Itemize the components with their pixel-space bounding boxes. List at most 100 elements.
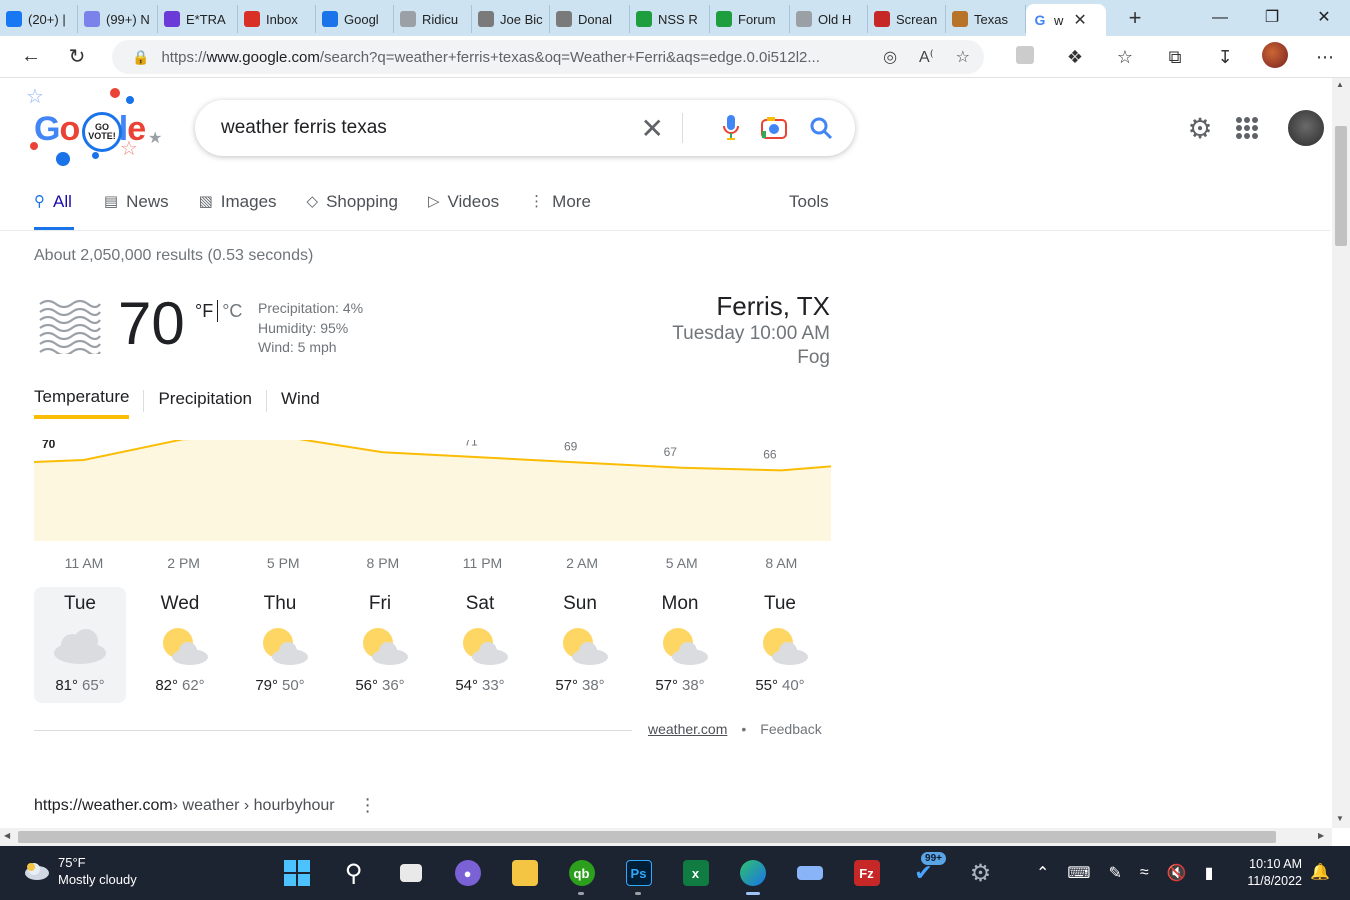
extensions-puzzle-icon[interactable]: ❖: [1050, 47, 1100, 68]
settings-gear-icon[interactable]: ⚙: [1180, 112, 1220, 145]
tab-label: All: [53, 192, 72, 211]
favorites-icon[interactable]: ☆: [1100, 47, 1150, 68]
task-view-icon[interactable]: [382, 854, 439, 892]
restore-button[interactable]: ❐: [1246, 0, 1298, 36]
google-doodle-logo[interactable]: ☆ ☆ ★ Google GO VOTE!: [22, 84, 172, 168]
taskbar-weather-widget[interactable]: 75°F Mostly cloudy: [22, 854, 137, 888]
pen-icon[interactable]: ✎: [1109, 863, 1122, 883]
tab-shopping[interactable]: ◇ Shopping: [307, 180, 398, 230]
edge-browser-icon[interactable]: [724, 854, 781, 895]
taskbar-search-icon[interactable]: ⚲: [325, 854, 382, 892]
browser-tab[interactable]: Texas: [946, 5, 1026, 33]
downloads-icon[interactable]: ↧: [1200, 47, 1250, 68]
google-apps-icon[interactable]: [1236, 117, 1258, 139]
read-aloud-icon[interactable]: A⁽: [919, 47, 934, 67]
horizontal-scrollbar[interactable]: ◀ ▶: [0, 828, 1332, 846]
browser-tab[interactable]: (99+) N: [78, 5, 158, 33]
clear-search-icon[interactable]: ✕: [641, 112, 664, 145]
result-breadcrumb[interactable]: https://weather.com › weather › hourbyho…: [34, 795, 377, 816]
day-name: Fri: [368, 593, 392, 614]
weather-source-link[interactable]: weather.com: [648, 721, 727, 737]
celsius-toggle[interactable]: °C: [222, 301, 242, 322]
browser-tab[interactable]: Screan: [868, 5, 946, 33]
notifications-bell-icon[interactable]: 🔔: [1310, 862, 1330, 882]
tab-more[interactable]: ⋮ More: [529, 180, 591, 230]
voice-search-icon[interactable]: [723, 115, 739, 141]
forecast-day[interactable]: Tue 55° 40°: [734, 587, 826, 703]
tools-button[interactable]: Tools: [789, 192, 829, 212]
forecast-day[interactable]: Fri 56° 36°: [334, 587, 426, 703]
start-button[interactable]: [268, 854, 325, 892]
go-vote-badge: GO VOTE!: [82, 112, 122, 152]
tab-temperature[interactable]: Temperature: [34, 383, 130, 419]
forecast-day[interactable]: Thu 79° 50°: [234, 587, 326, 703]
scroll-left-arrow[interactable]: ◀: [4, 831, 10, 840]
wifi-icon[interactable]: ≈: [1140, 864, 1149, 882]
mute-icon[interactable]: 🔇: [1167, 863, 1187, 883]
extension-icon[interactable]: [1000, 45, 1050, 69]
horizontal-scroll-thumb[interactable]: [18, 831, 1276, 843]
account-avatar[interactable]: [1286, 108, 1326, 148]
close-window-button[interactable]: ✕: [1298, 0, 1350, 36]
photoshop-icon[interactable]: Ps: [610, 854, 667, 895]
scroll-right-arrow[interactable]: ▶: [1318, 831, 1324, 840]
close-tab-icon[interactable]: ✕: [1073, 10, 1086, 30]
tab-precipitation[interactable]: Precipitation: [158, 385, 252, 417]
scroll-down-arrow[interactable]: ▼: [1336, 814, 1344, 823]
browser-tab[interactable]: Ridicu: [394, 5, 472, 33]
tab-images[interactable]: ▧ Images: [199, 180, 277, 230]
collections-icon[interactable]: ⧉: [1150, 47, 1200, 68]
keyboard-app-icon[interactable]: [781, 854, 838, 892]
tab-videos[interactable]: ▷ Videos: [428, 180, 499, 230]
browser-tab[interactable]: (20+) |: [0, 5, 78, 33]
browser-tab[interactable]: Donal: [550, 5, 630, 33]
minimize-button[interactable]: —: [1194, 0, 1246, 36]
browser-tab[interactable]: NSS R: [630, 5, 710, 33]
teams-chat-icon[interactable]: ●: [439, 854, 496, 892]
forecast-day[interactable]: Tue 81° 65°: [34, 587, 126, 703]
forecast-day[interactable]: Mon 57° 38°: [634, 587, 726, 703]
forecast-day[interactable]: Sat 54° 33°: [434, 587, 526, 703]
browser-tab[interactable]: Old H: [790, 5, 868, 33]
browser-tab[interactable]: Googl: [316, 5, 394, 33]
image-search-icon[interactable]: [761, 117, 787, 139]
feedback-link[interactable]: Feedback: [760, 721, 821, 737]
browser-tab[interactable]: Joe Bic: [472, 5, 550, 33]
todo-icon[interactable]: ✔ 99+: [895, 852, 952, 892]
new-tab-button[interactable]: +: [1120, 5, 1150, 31]
search-submit-icon[interactable]: [809, 116, 833, 140]
scroll-up-arrow[interactable]: ▲: [1336, 80, 1344, 89]
search-box[interactable]: weather ferris texas ✕: [195, 100, 855, 156]
fahrenheit-toggle[interactable]: °F: [195, 301, 213, 322]
excel-icon[interactable]: x: [667, 854, 724, 892]
browser-tab[interactable]: Forum: [710, 5, 790, 33]
settings-app-icon[interactable]: ⚙: [952, 854, 1009, 892]
taskbar-clock[interactable]: 10:10 AM 11/8/2022: [1238, 856, 1302, 890]
filezilla-icon[interactable]: Fz: [838, 854, 895, 892]
browser-tab[interactable]: Inbox: [238, 5, 316, 33]
profile-avatar[interactable]: [1250, 41, 1300, 73]
refresh-button[interactable]: ↻: [60, 40, 94, 74]
keyboard-icon[interactable]: ⌨: [1067, 863, 1090, 883]
quickbooks-icon[interactable]: qb: [553, 854, 610, 895]
vertical-scrollbar[interactable]: ▲ ▼: [1332, 78, 1350, 828]
forecast-day[interactable]: Wed 82° 62°: [134, 587, 226, 703]
address-bar[interactable]: 🔒 https://www.google.com/search?q=weathe…: [112, 40, 984, 74]
vertical-scroll-thumb[interactable]: [1335, 126, 1347, 246]
browser-tab[interactable]: E*TRA: [158, 5, 238, 33]
show-hidden-icons-icon[interactable]: ⌃: [1036, 863, 1049, 883]
tab-all[interactable]: ⚲ All: [34, 180, 74, 230]
tab-wind[interactable]: Wind: [281, 385, 320, 417]
result-more-icon[interactable]: ⋮: [359, 795, 377, 816]
file-explorer-icon[interactable]: [496, 854, 553, 892]
search-input[interactable]: weather ferris texas: [221, 117, 641, 139]
settings-menu-icon[interactable]: ⋯: [1300, 47, 1350, 68]
tab-news[interactable]: ▤ News: [104, 180, 169, 230]
result-url[interactable]: https://weather.com: [34, 797, 173, 815]
location-icon[interactable]: ◎: [883, 47, 897, 67]
back-button[interactable]: ←: [14, 40, 48, 74]
browser-tab[interactable]: Gw ✕: [1026, 4, 1106, 36]
battery-icon[interactable]: ▮: [1205, 863, 1214, 883]
add-favorite-icon[interactable]: ☆: [956, 47, 970, 67]
forecast-day[interactable]: Sun 57° 38°: [534, 587, 626, 703]
